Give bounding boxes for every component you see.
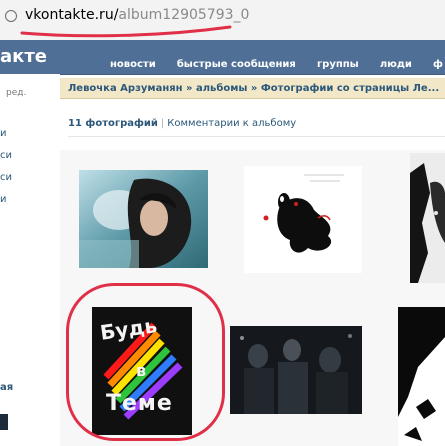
- info-separator: |: [160, 118, 165, 129]
- album-info: 11 фотографий | Комментарии к альбому: [68, 118, 296, 129]
- breadcrumb-text[interactable]: Левочка Арзуманян » альбомы » Фотографии…: [68, 83, 439, 94]
- nav-link-people[interactable]: люди: [380, 59, 412, 70]
- photo-dark-crowd: [230, 326, 362, 414]
- nav-links: новости быстрые сообщения группы люди ф: [110, 52, 445, 71]
- sidebar-edit-link[interactable]: ред.: [6, 88, 26, 98]
- breadcrumb: Левочка Арзуманян » альбомы » Фотографии…: [60, 78, 445, 99]
- nav-link-messages[interactable]: быстрые сообщения: [177, 59, 296, 70]
- divider: [68, 136, 445, 137]
- photo-partial-dark: [410, 153, 445, 283]
- top-navbar: акте новости быстрые сообщения группы лю…: [0, 40, 445, 75]
- sidebar-item[interactable]: си: [0, 150, 12, 161]
- photo-partial-bw: [398, 307, 445, 446]
- photo-count[interactable]: 11 фотографий: [68, 118, 158, 129]
- site-logo[interactable]: акте: [0, 46, 47, 67]
- nav-link-more[interactable]: ф: [433, 59, 443, 70]
- left-sidebar: ред. и си си и ая: [0, 74, 60, 446]
- sidebar-item[interactable]: си: [0, 172, 12, 183]
- photo-thumbnail[interactable]: [230, 326, 362, 414]
- album-comments-link[interactable]: Комментарии к альбому: [167, 118, 296, 129]
- sidebar-bottom-label[interactable]: ая: [0, 382, 13, 393]
- sidebar-image-fragment: [0, 414, 8, 430]
- red-circle-annotation: [66, 283, 225, 441]
- red-underline-annotation: [20, 25, 232, 38]
- address-bar[interactable]: vkontakte.ru/album12905793_0: [0, 0, 445, 41]
- sidebar-item[interactable]: и: [0, 194, 7, 205]
- sidebar-item[interactable]: и: [0, 128, 7, 139]
- nav-link-news[interactable]: новости: [110, 59, 156, 70]
- photo-thumbnail[interactable]: [398, 307, 445, 446]
- photo-bird-drawing: [244, 166, 362, 273]
- photo-thumbnail[interactable]: [79, 170, 208, 268]
- photo-thumbnail[interactable]: [244, 166, 362, 273]
- photo-thumbnail[interactable]: [410, 153, 445, 283]
- nav-link-groups[interactable]: группы: [317, 59, 359, 70]
- photo-girl-in-water: [79, 170, 208, 268]
